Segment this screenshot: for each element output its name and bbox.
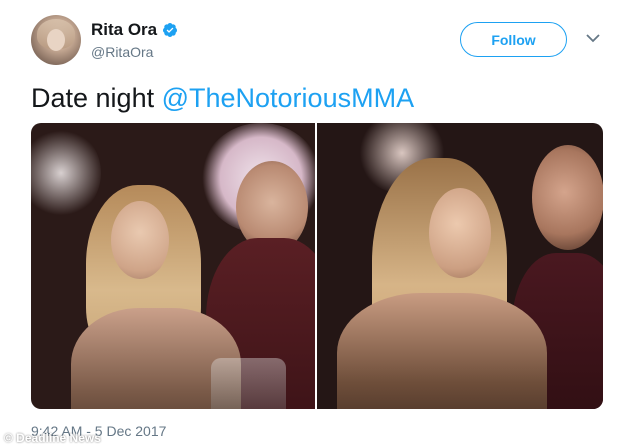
author-name-row: Rita Ora [91, 20, 178, 40]
follow-button[interactable]: Follow [460, 22, 567, 57]
mention-link[interactable]: @TheNotoriousMMA [162, 83, 414, 113]
tweet-text-plain: Date night [31, 83, 162, 113]
photo-bg-light-2 [31, 128, 101, 218]
photo-man-head [532, 145, 603, 250]
watermark: © Deadline News [4, 431, 101, 445]
tweet-photo-right[interactable] [317, 123, 603, 409]
author-display-name[interactable]: Rita Ora [91, 20, 157, 40]
photo-woman-body [337, 293, 547, 409]
photo-glass [211, 358, 286, 409]
author-handle[interactable]: @RitaOra [91, 44, 153, 60]
photo-woman-face [111, 201, 169, 279]
avatar[interactable] [31, 15, 81, 65]
tweet-text: Date night @TheNotoriousMMA [31, 83, 414, 114]
verified-badge-icon [163, 23, 178, 37]
avatar-face [47, 29, 65, 51]
chevron-down-icon[interactable] [586, 33, 600, 43]
photo-woman-face [429, 188, 491, 278]
tweet-photo-left[interactable] [31, 123, 315, 409]
